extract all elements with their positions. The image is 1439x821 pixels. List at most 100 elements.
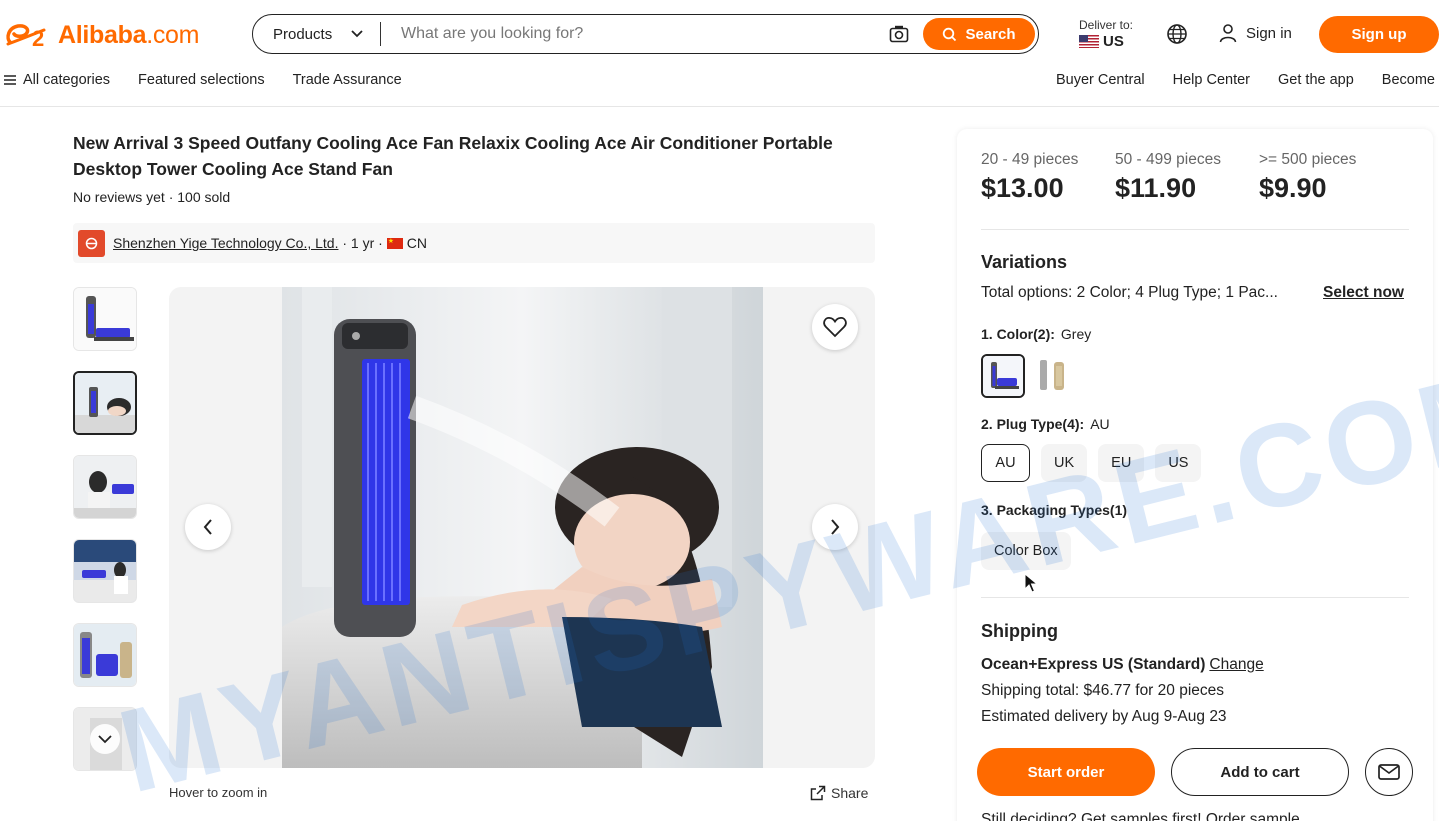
supplier-name-link[interactable]: Shenzhen Yige Technology Co., Ltd. [113,235,338,251]
sub-navigation: All categories Featured selections Trade… [0,72,1439,92]
deliver-to-selector[interactable]: Deliver to: US [1079,18,1133,50]
site-header: 2 Alibaba.com Products Search Deliver to… [0,0,1439,107]
nav-buyer-central[interactable]: Buyer Central [1056,72,1145,88]
search-button[interactable]: Search [923,18,1035,50]
nav-trade-assurance[interactable]: Trade Assurance [293,72,402,88]
price-tiers: 20 - 49 pieces $13.00 50 - 499 pieces $1… [981,151,1403,204]
deliver-label: Deliver to: [1079,18,1134,32]
thumbnail-4[interactable] [73,539,137,603]
price-tier-price: $11.90 [1115,173,1197,203]
search-input[interactable] [381,15,879,53]
color-option-label: 1. Color(2): Grey [981,326,1091,342]
chevron-down-icon [351,30,363,38]
thumbnail-6[interactable] [73,707,137,771]
supplier-bar: Shenzhen Yige Technology Co., Ltd. · 1 y… [73,223,875,263]
price-tier: 50 - 499 pieces $11.90 [1115,151,1235,204]
plug-option-eu[interactable]: EU [1098,444,1145,482]
divider [981,597,1409,598]
plug-type-label: 2. Plug Type(4): [981,416,1085,432]
plug-option-uk[interactable]: UK [1041,444,1088,482]
price-tier-range: 20 - 49 pieces [981,151,1079,168]
chevron-left-icon [203,519,212,535]
main-product-photo [282,287,763,768]
sign-in-label: Sign in [1246,24,1292,42]
plug-type-options: AU UK EU US [981,444,1202,482]
color-swatch-gold[interactable] [1032,354,1076,398]
color-swatch-grey[interactable] [981,354,1025,398]
globe-icon[interactable] [1166,23,1188,45]
select-now-link[interactable]: Select now [1323,284,1404,302]
estimated-delivery: Estimated delivery by Aug 9-Aug 23 [981,708,1227,725]
menu-icon [4,75,16,85]
price-tier-range: >= 500 pieces [1259,151,1357,168]
nav-become-supplier[interactable]: Become [1382,72,1435,88]
packaging-options: Color Box [981,532,1071,570]
add-to-cart-button[interactable]: Add to cart [1171,748,1349,796]
supplier-country: CN [406,235,427,251]
shipping-heading: Shipping [981,621,1058,641]
us-flag-icon [1079,35,1099,48]
share-icon [810,785,826,801]
thumbnail-5[interactable] [73,623,137,687]
plug-option-au[interactable]: AU [981,444,1030,482]
shipping-method: Ocean+Express US (Standard) [981,656,1206,673]
user-icon [1219,24,1237,43]
nav-featured-selections[interactable]: Featured selections [138,72,265,88]
supplier-logo[interactable] [78,229,105,257]
chevron-down-icon [98,735,112,744]
purchase-panel: 20 - 49 pieces $13.00 50 - 499 pieces $1… [957,129,1433,821]
previous-image-button[interactable] [185,504,231,550]
supplier-years: · 1 yr · [338,235,387,251]
hover-zoom-hint: Hover to zoom in [169,785,268,800]
main-product-image-viewer[interactable] [169,287,875,768]
plug-type-selected-value: AU [1090,416,1110,432]
share-label: Share [831,785,869,801]
order-sample-prompt: Still deciding? Get samples first! Order… [981,811,1300,821]
all-categories-menu[interactable]: All categories [4,72,110,88]
shipping-method-line: Ocean+Express US (Standard) Change [981,656,1264,674]
thumbnail-2[interactable] [73,371,137,435]
color-swatches [981,354,1076,398]
variations-heading: Variations [981,252,1068,272]
search-bar: Products Search [252,14,1039,54]
camera-search-icon[interactable] [879,19,919,49]
nav-all-categories: All categories [23,72,111,88]
mouse-cursor-icon [1024,573,1038,593]
thumbnail-1[interactable] [73,287,137,351]
color-label: 1. Color(2): [981,326,1055,342]
nav-get-the-app[interactable]: Get the app [1278,72,1354,88]
search-category-dropdown[interactable]: Products [253,22,381,46]
thumbnail-gallery [73,287,137,791]
search-icon [943,27,957,41]
plug-type-option-label: 2. Plug Type(4): AU [981,416,1110,432]
total-options-text: Total options: 2 Color; 4 Plug Type; 1 P… [981,284,1278,301]
heart-icon [823,317,847,338]
cn-flag-icon [386,237,403,249]
shipping-total: Shipping total: $46.77 for 20 pieces [981,682,1225,699]
contact-supplier-button[interactable] [1365,748,1413,796]
favorite-button[interactable] [812,304,858,350]
packaging-label: 3. Packaging Types(1) [981,502,1128,518]
packaging-option-label: 3. Packaging Types(1) [981,502,1127,518]
change-shipping-link[interactable]: Change [1209,656,1263,673]
plug-option-us[interactable]: US [1155,444,1202,482]
search-button-label: Search [965,25,1016,43]
packaging-option-color-box[interactable]: Color Box [981,532,1071,570]
price-tier-price: $9.90 [1259,173,1327,203]
alibaba-logo[interactable]: 2 Alibaba.com [4,20,199,50]
thumbnail-3[interactable] [73,455,137,519]
price-tier: >= 500 pieces $9.90 [1259,151,1379,204]
share-button[interactable]: Share [810,785,868,801]
product-meta: No reviews yet · 100 sold [73,189,231,205]
next-image-button[interactable] [812,504,858,550]
logo-text: Alibaba.com [58,20,200,49]
nav-help-center[interactable]: Help Center [1173,72,1250,88]
chevron-right-icon [831,519,840,535]
deliver-country: US [1103,33,1124,50]
start-order-button[interactable]: Start order [977,748,1155,796]
product-title: New Arrival 3 Speed Outfany Cooling Ace … [73,133,833,179]
color-selected-value: Grey [1060,326,1092,342]
thumbnails-scroll-down-button[interactable] [90,724,120,754]
sign-in-link[interactable]: Sign in [1218,23,1292,43]
sign-up-button[interactable]: Sign up [1319,16,1439,53]
